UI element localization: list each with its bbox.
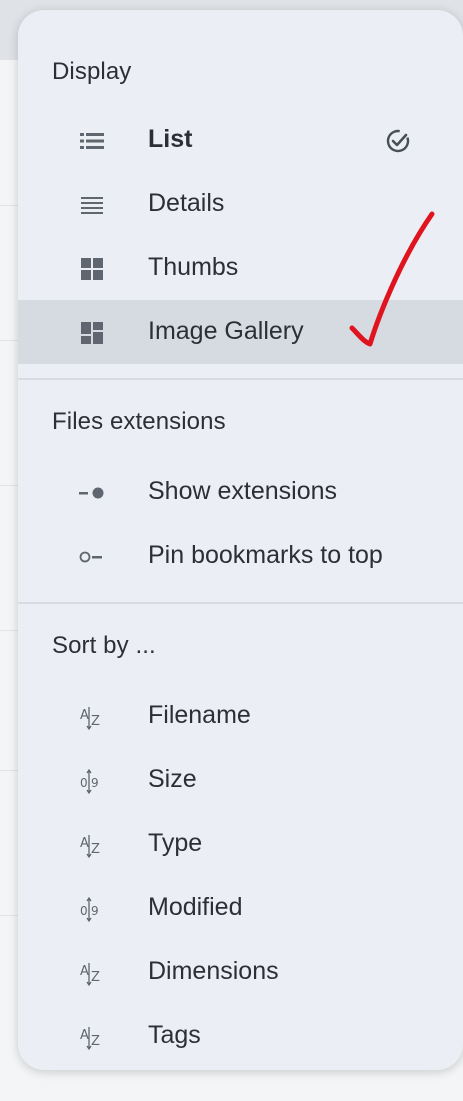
sort-alpha-icon: A Z bbox=[78, 832, 106, 859]
menu-item-label: Thumbs bbox=[148, 253, 239, 281]
section-title-files-extensions: Files extensions bbox=[52, 408, 226, 435]
check-circle-icon bbox=[384, 126, 414, 156]
list-icon bbox=[78, 128, 106, 154]
svg-text:Z: Z bbox=[91, 842, 100, 857]
details-icon bbox=[78, 192, 106, 218]
menu-item-sort-type[interactable]: A Z Type bbox=[18, 812, 463, 876]
section-title-display: Display bbox=[52, 58, 132, 85]
sort-numeric-icon: 0 9 bbox=[78, 768, 106, 795]
sort-numeric-icon: 0 9 bbox=[78, 896, 106, 923]
divider bbox=[18, 602, 463, 604]
svg-text:Z: Z bbox=[91, 1034, 100, 1049]
sort-alpha-icon: A Z bbox=[78, 1024, 106, 1051]
section-title-sort-by: Sort by ... bbox=[52, 632, 156, 659]
sort-alpha-icon: A Z bbox=[78, 960, 106, 987]
svg-text:9: 9 bbox=[91, 904, 99, 918]
menu-item-label: Type bbox=[148, 829, 203, 857]
gallery-icon bbox=[78, 320, 106, 346]
menu-item-label: List bbox=[148, 125, 193, 153]
menu-item-label: Dimensions bbox=[148, 957, 279, 985]
menu-item-label: Tags bbox=[148, 1021, 201, 1049]
svg-text:A: A bbox=[80, 1028, 89, 1043]
menu-item-label: Filename bbox=[148, 701, 251, 729]
menu-item-sort-size[interactable]: 0 9 Size bbox=[18, 748, 463, 812]
svg-text:9: 9 bbox=[91, 776, 99, 790]
menu-item-details[interactable]: Details bbox=[18, 172, 463, 236]
svg-text:0: 0 bbox=[80, 904, 88, 918]
menu-item-label: Image Gallery bbox=[148, 317, 304, 345]
toggle-off-icon bbox=[78, 544, 106, 570]
thumbs-icon bbox=[78, 256, 106, 282]
menu-item-label: Size bbox=[148, 765, 197, 793]
toggle-on-icon bbox=[78, 480, 106, 506]
menu-item-pin-bookmarks[interactable]: Pin bookmarks to top bbox=[18, 524, 463, 588]
menu-item-label: Details bbox=[148, 189, 225, 217]
menu-item-sort-tags[interactable]: A Z Tags bbox=[18, 1004, 463, 1068]
menu-item-thumbs[interactable]: Thumbs bbox=[18, 236, 463, 300]
menu-item-label: Show extensions bbox=[148, 477, 338, 505]
menu-item-sort-modified[interactable]: 0 9 Modified bbox=[18, 876, 463, 940]
svg-text:A: A bbox=[80, 708, 89, 723]
menu-item-label: Modified bbox=[148, 893, 243, 921]
menu-item-sort-dimensions[interactable]: A Z Dimensions bbox=[18, 940, 463, 1004]
svg-text:Z: Z bbox=[91, 714, 100, 729]
svg-text:0: 0 bbox=[80, 776, 88, 790]
menu-item-sort-filename[interactable]: A Z Filename bbox=[18, 684, 463, 748]
svg-text:Z: Z bbox=[91, 970, 100, 985]
menu-item-show-extensions[interactable]: Show extensions bbox=[18, 460, 463, 524]
sort-alpha-icon: A Z bbox=[78, 704, 106, 731]
menu-item-image-gallery[interactable]: Image Gallery bbox=[18, 300, 463, 364]
view-options-menu: Display List Details Thumbs Image Galler… bbox=[18, 10, 463, 1070]
divider bbox=[18, 378, 463, 380]
menu-item-label: Pin bookmarks to top bbox=[148, 541, 383, 569]
svg-text:A: A bbox=[80, 836, 89, 851]
menu-item-list[interactable]: List bbox=[18, 108, 463, 172]
svg-text:A: A bbox=[80, 964, 89, 979]
